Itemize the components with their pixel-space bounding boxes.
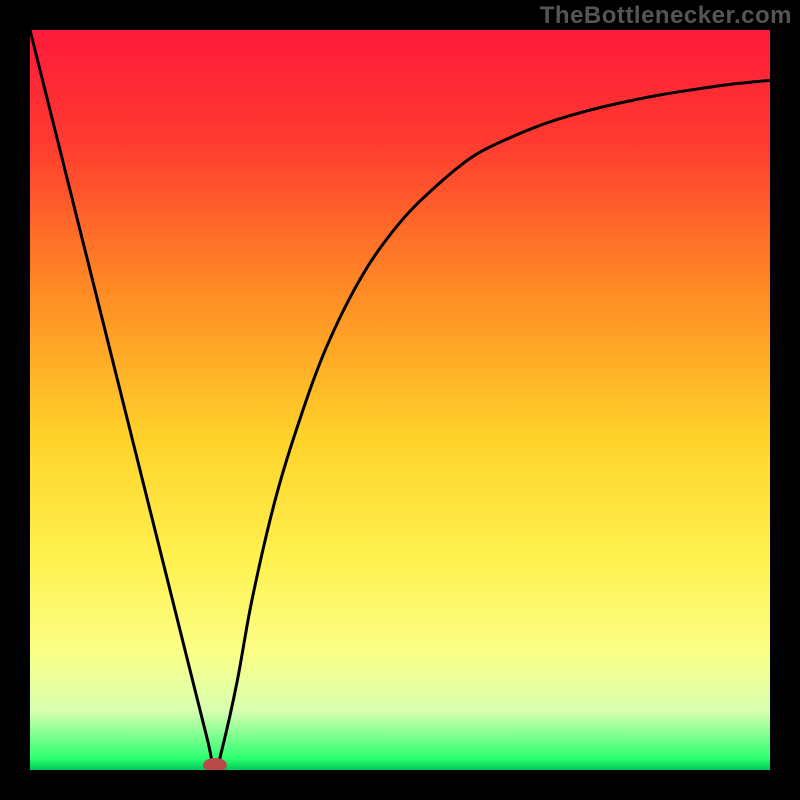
chart-frame: TheBottlenecker.com (0, 0, 800, 800)
gradient-background (30, 30, 770, 770)
bottleneck-chart (30, 30, 770, 770)
plot-area (30, 30, 770, 770)
watermark-label: TheBottlenecker.com (540, 2, 792, 30)
